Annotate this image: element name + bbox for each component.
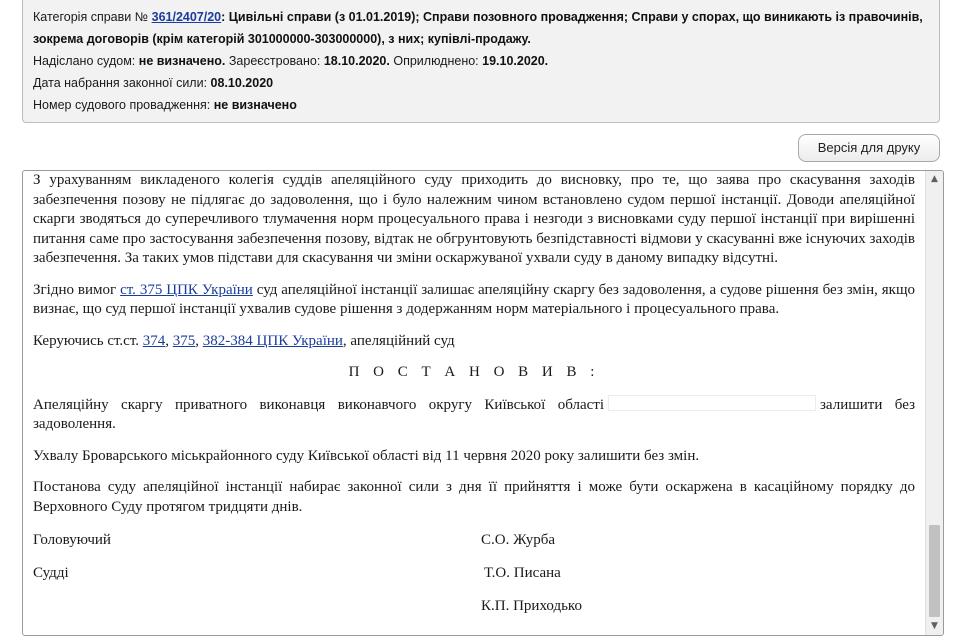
force-value: 08.10.2020 [210, 76, 274, 90]
case-dates-row: Надіслано судом: не визначено. Зареєстро… [33, 50, 929, 72]
para3-sep-1: , [165, 332, 173, 349]
scrollbar-thumb[interactable] [929, 525, 940, 617]
para3-sep-2: , [195, 332, 203, 349]
signature-row-judges: Судді Т.О. Писана [33, 564, 915, 597]
scroll-up-icon[interactable]: ▲ [926, 171, 943, 188]
judge-name-1: Т.О. Писана [484, 565, 561, 581]
case-metadata-panel: Категорія справи № 361/2407/20: Цивільні… [22, 0, 940, 123]
signature-row-presiding: Головуючий С.О. Журба [33, 531, 915, 564]
ruling-paragraph-1: Апеляційну скаргу приватного виконавця в… [33, 394, 915, 435]
redacted-name [608, 394, 816, 411]
para4-text-start: Апеляційну скаргу приватного виконавця в… [33, 396, 604, 413]
sent-value: не визначено. [138, 54, 226, 68]
article-375-link-2[interactable]: 375 [173, 333, 196, 349]
para3-text-start: Керуючись ст.ст. [33, 332, 143, 349]
guided-by-paragraph: Керуючись ст.ст. 374, 375, 382-384 ЦПК У… [33, 332, 915, 352]
presiding-judge-label: Головуючий [33, 532, 111, 548]
document-frame[interactable]: З урахуванням викладеного колегія суддів… [22, 170, 944, 636]
document-text: З урахуванням викладеного колегія суддів… [33, 171, 915, 630]
judge-name-2: К.П. Приходько [481, 598, 582, 614]
legal-basis-paragraph: Згідно вимог ст. 375 ЦПК України суд апе… [33, 281, 915, 320]
judges-label: Судді [33, 565, 69, 581]
signature-row-judge-2: К.П. Приходько [33, 597, 915, 630]
scroll-down-icon[interactable]: ▼ [926, 618, 943, 635]
category-value: : Цивільні справи (з 01.01.2019); Справи… [221, 10, 923, 24]
presiding-judge-name: С.О. Журба [481, 532, 556, 548]
proceeding-number-row: Номер судового провадження: не визначено [33, 94, 929, 116]
ruling-paragraph-2: Ухвалу Броварського міськрайонного суду … [33, 447, 700, 464]
proceeding-label: Номер судового провадження: [33, 98, 211, 112]
category-label: Категорія справи № [33, 10, 149, 24]
registered-label: Зареєстровано: [228, 54, 321, 68]
article-374-link[interactable]: 374 [143, 333, 166, 349]
category-value-cont: зокрема договорів (крім категорій 301000… [33, 32, 531, 46]
proceeding-value: не визначено [213, 98, 297, 112]
para3-text-end: , апеляційний суд [342, 332, 455, 349]
case-number-link[interactable]: 361/2407/20 [152, 10, 222, 24]
para2-text-start: Згідно вимог [33, 281, 121, 298]
articles-382-384-link[interactable]: 382-384 ЦПК України [203, 333, 343, 349]
registered-value: 18.10.2020. [323, 54, 390, 68]
print-version-button[interactable]: Версія для друку [798, 134, 940, 162]
vertical-scrollbar[interactable]: ▲ ▼ [925, 171, 943, 635]
ruling-paragraph-3: Постанова суду апеляційної інстанції наб… [33, 479, 915, 515]
force-label: Дата набрання законної сили: [33, 76, 208, 90]
legal-force-row: Дата набрання законної сили: 08.10.2020 [33, 72, 929, 94]
published-value: 19.10.2020. [482, 54, 549, 68]
case-category-row: Категорія справи № 361/2407/20: Цивільні… [33, 6, 929, 50]
article-375-link[interactable]: ст. 375 ЦПК України [120, 282, 253, 298]
sent-label: Надіслано судом: [33, 54, 136, 68]
published-label: Оприлюднено: [393, 54, 479, 68]
ruling-heading: П О С Т А Н О В И В : [348, 364, 600, 380]
reasoning-paragraph: З урахуванням викладеного колегія суддів… [33, 172, 915, 266]
